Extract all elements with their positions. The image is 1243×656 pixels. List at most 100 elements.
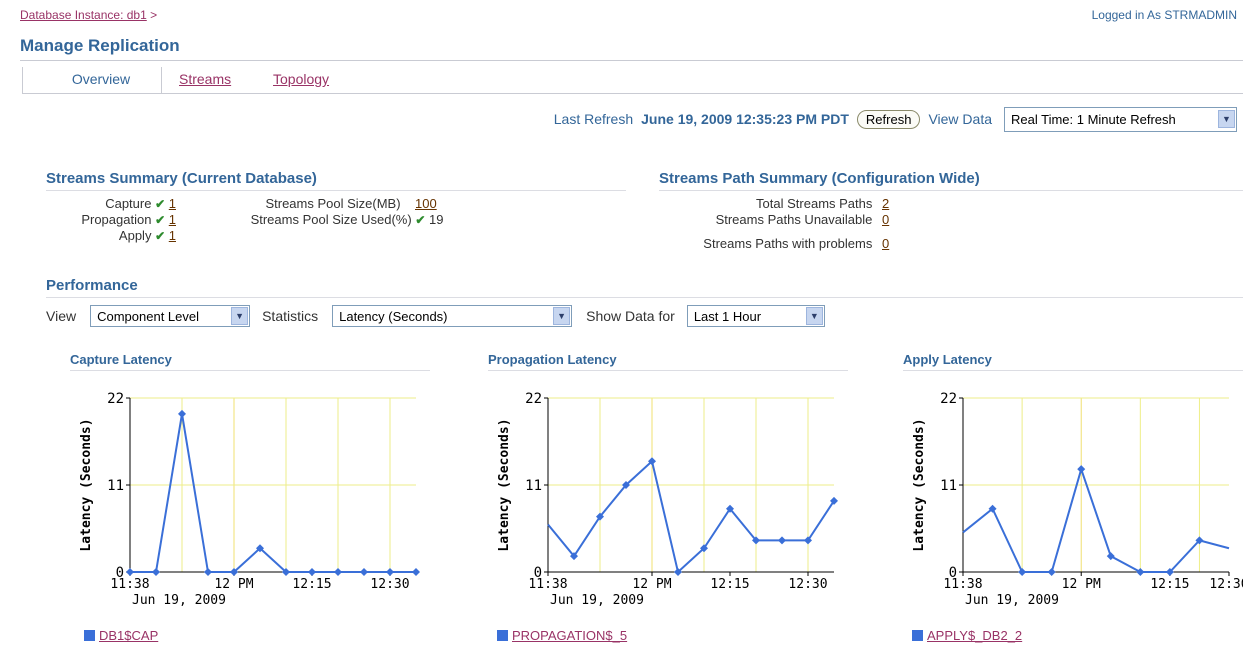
data-point <box>1018 568 1027 576</box>
capture-label: Capture <box>105 196 152 211</box>
last-refresh-label: Last Refresh <box>553 111 634 127</box>
y-axis-label: Latency (Seconds) <box>497 418 512 551</box>
y-tick-label: 22 <box>940 391 957 407</box>
x-tick-label: 12 PM <box>632 577 671 592</box>
y-tick-label: 22 <box>107 391 124 407</box>
propagation-latency-chart: 01122Latency (Seconds)11:38 12 PM 12:15 12:… <box>497 391 838 608</box>
performance-heading: Performance <box>46 277 138 294</box>
title-divider <box>20 60 1243 61</box>
check-icon: ✔ <box>415 213 426 227</box>
apply-chart-title: Apply Latency <box>903 352 992 367</box>
total-paths-row: Total Streams Paths 2 <box>756 196 896 211</box>
apply-count-link[interactable]: 1 <box>169 228 176 243</box>
unavailable-paths-row: Streams Paths Unavailable 0 <box>716 212 896 227</box>
tab-topology[interactable]: Topology <box>273 67 329 93</box>
pool-used-row: Streams Pool Size Used(%) ✔ 19 <box>251 212 457 227</box>
refresh-bar: Last Refresh June 19, 2009 12:35:23 PM P… <box>554 106 1237 132</box>
view-label: View <box>46 308 77 324</box>
apply-latency-chart: 01122Latency (Seconds)11:38 12 PM 12:15 12:… <box>912 391 1243 608</box>
pool-used-label: Streams Pool Size Used(%) <box>250 212 412 227</box>
data-point <box>204 568 212 576</box>
unavailable-paths-label: Streams Paths Unavailable <box>715 212 873 227</box>
performance-rule <box>46 297 1243 298</box>
pool-size-link[interactable]: 100 <box>415 196 457 211</box>
data-point <box>386 568 394 576</box>
last-refresh-value: June 19, 2009 12:35:23 PM PDT <box>641 111 849 127</box>
tab-bar: Overview Streams Topology <box>22 67 1243 94</box>
view-data-select-value: Real Time: 1 Minute Refresh <box>1011 111 1176 127</box>
page-title: Manage Replication <box>20 36 180 55</box>
show-data-select-value: Last 1 Hour <box>693 308 762 324</box>
x-tick-label: 11:38 <box>110 577 149 592</box>
apply-legend: APPLY$_DB2_2 <box>912 628 1022 643</box>
y-axis-label: Latency (Seconds) <box>79 418 94 551</box>
breadcrumb-link-db1[interactable]: Database Instance: db1 <box>20 8 147 22</box>
x-tick-label: 12:30 <box>1209 577 1243 592</box>
show-data-label: Show Data for <box>586 308 675 324</box>
series-swatch <box>497 630 508 641</box>
apply-row: Apply ✔ 1 <box>119 228 176 243</box>
data-point <box>412 568 420 576</box>
capture-chart-title: Capture Latency <box>70 352 172 367</box>
apply-chart-rule <box>903 370 1243 371</box>
chevron-down-icon: ▼ <box>553 307 571 325</box>
apply-legend-link[interactable]: APPLY$_DB2_2 <box>927 628 1022 643</box>
tab-streams[interactable]: Streams <box>179 67 231 93</box>
x-tick-label: 12 PM <box>214 577 253 592</box>
data-point <box>360 568 368 576</box>
apply-label: Apply <box>118 228 152 243</box>
tab-overview[interactable]: Overview <box>22 67 162 93</box>
data-point <box>334 568 342 576</box>
breadcrumb-separator: > <box>150 8 158 22</box>
view-select[interactable]: Component Level ▼ <box>90 305 251 327</box>
problem-paths-row: Streams Paths with problems 0 <box>703 236 896 251</box>
unavailable-paths-link[interactable]: 0 <box>882 212 896 227</box>
refresh-button[interactable]: Refresh <box>856 109 921 129</box>
series-swatch <box>912 630 923 641</box>
propagation-chart-rule <box>488 370 848 371</box>
pool-size-row: Streams Pool Size(MB) 100 <box>265 196 457 211</box>
data-point <box>308 568 316 576</box>
data-point <box>1077 465 1086 474</box>
y-tick-label: 22 <box>525 391 542 407</box>
view-data-select[interactable]: Real Time: 1 Minute Refresh ▼ <box>1004 106 1237 132</box>
tab-overview-label: Overview <box>71 71 131 87</box>
data-point <box>1047 568 1056 576</box>
x-tick-label: 12:30 <box>788 577 827 592</box>
capture-row: Capture ✔ 1 <box>105 196 176 211</box>
logged-in-label: Logged in As STRMADMIN <box>1091 8 1237 22</box>
chevron-down-icon: ▼ <box>805 307 823 325</box>
total-paths-label: Total Streams Paths <box>756 196 873 211</box>
check-icon: ✔ <box>155 213 166 227</box>
problem-paths-label: Streams Paths with problems <box>703 236 873 251</box>
show-data-select[interactable]: Last 1 Hour ▼ <box>686 305 825 327</box>
view-select-value: Component Level <box>97 308 199 324</box>
statistics-select[interactable]: Latency (Seconds) ▼ <box>332 305 573 327</box>
propagation-count-link[interactable]: 1 <box>169 212 176 227</box>
propagation-row: Propagation ✔ 1 <box>81 212 176 227</box>
y-tick-label: 11 <box>525 478 542 494</box>
problem-paths-link[interactable]: 0 <box>882 236 896 251</box>
x-sub-label: Jun 19, 2009 <box>550 593 644 608</box>
check-icon: ✔ <box>155 197 166 211</box>
x-sub-label: Jun 19, 2009 <box>132 593 226 608</box>
capture-count-link[interactable]: 1 <box>169 196 176 211</box>
chevron-down-icon: ▼ <box>1218 110 1235 128</box>
propagation-legend: PROPAGATION$_5 <box>497 628 627 643</box>
x-tick-label: 12 PM <box>1062 577 1101 592</box>
x-tick-label: 11:38 <box>528 577 567 592</box>
y-axis-label: Latency (Seconds) <box>912 418 927 551</box>
tab-baseline <box>22 93 1243 94</box>
data-point <box>1106 552 1115 561</box>
data-point <box>152 568 160 576</box>
series-line <box>547 459 835 574</box>
capture-legend-link[interactable]: DB1$CAP <box>99 628 158 643</box>
streams-summary-rule <box>46 190 626 191</box>
propagation-legend-link[interactable]: PROPAGATION$_5 <box>512 628 627 643</box>
y-tick-label: 11 <box>940 478 957 494</box>
x-sub-label: Jun 19, 2009 <box>965 593 1059 608</box>
capture-legend: DB1$CAP <box>84 628 158 643</box>
data-point <box>178 409 186 418</box>
pool-used-value: 19 <box>429 212 444 227</box>
total-paths-link[interactable]: 2 <box>882 196 896 211</box>
